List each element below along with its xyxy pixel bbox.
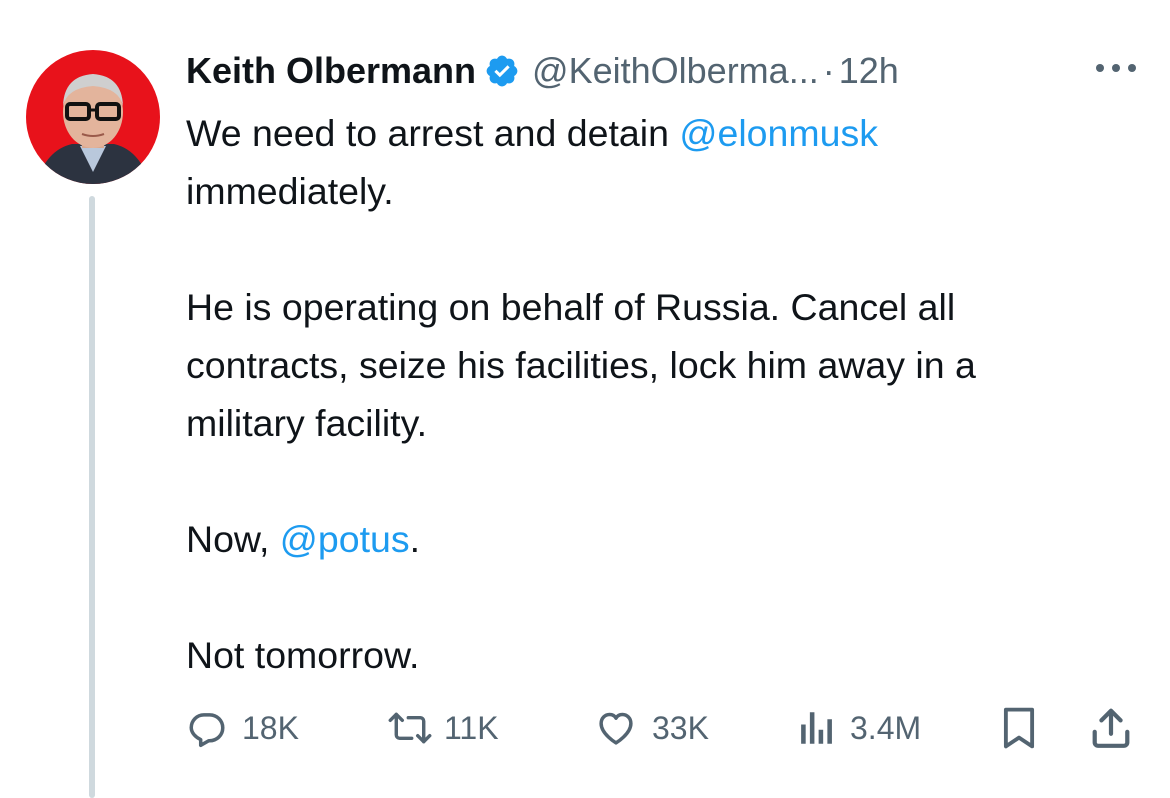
tweet-line: Not tomorrow.: [186, 634, 420, 676]
avatar-image: [26, 50, 160, 184]
tweet-line: military facility.: [186, 402, 427, 444]
tweet-text: We need to arrest and detain @elonmusk i…: [186, 104, 1156, 684]
share-icon: [1088, 705, 1134, 751]
tweet-text-segment: We need to arrest and detain: [186, 112, 680, 154]
tweet-line: We need to arrest and detain @elonmusk: [186, 104, 1156, 162]
views-button[interactable]: 3.4M: [796, 700, 921, 756]
author-handle[interactable]: @KeithOlberma...: [532, 50, 819, 92]
tweet-text-segment: Now,: [186, 518, 280, 560]
reply-count: 18K: [242, 709, 299, 746]
repost-button[interactable]: 11K: [386, 700, 499, 756]
reply-button[interactable]: 18K: [186, 700, 299, 756]
tweet-text-segment: .: [409, 518, 421, 560]
bookmark-button[interactable]: [998, 700, 1040, 756]
timestamp[interactable]: 12h: [839, 50, 899, 92]
tweet-header: Keith Olbermann @KeithOlberma... · 12h: [186, 44, 899, 98]
author-name[interactable]: Keith Olbermann: [186, 50, 476, 92]
tweet-line: contracts, seize his facilities, lock hi…: [186, 344, 976, 386]
bookmark-icon: [998, 705, 1040, 751]
tweet-line: Now, @potus.: [186, 510, 1156, 568]
heart-icon: [594, 707, 638, 749]
repost-count: 11K: [444, 709, 499, 746]
more-icon[interactable]: [1092, 56, 1140, 80]
mention-elonmusk[interactable]: @elonmusk: [679, 112, 878, 154]
tweet-line: He is operating on behalf of Russia. Can…: [186, 286, 956, 328]
share-button[interactable]: [1088, 700, 1134, 756]
repost-icon: [386, 707, 434, 749]
separator-dot: ·: [822, 50, 835, 91]
views-icon: [796, 707, 836, 749]
verified-badge-icon: [484, 53, 520, 89]
like-button[interactable]: 33K: [594, 700, 709, 756]
avatar[interactable]: [26, 50, 160, 184]
views-count: 3.4M: [850, 709, 922, 746]
tweet-line: immediately.: [186, 170, 394, 212]
like-count: 33K: [652, 709, 709, 746]
reply-icon: [186, 707, 228, 749]
action-bar: 18K 11K 33K 3.4M: [0, 700, 1170, 756]
mention-potus[interactable]: @potus: [280, 518, 410, 560]
